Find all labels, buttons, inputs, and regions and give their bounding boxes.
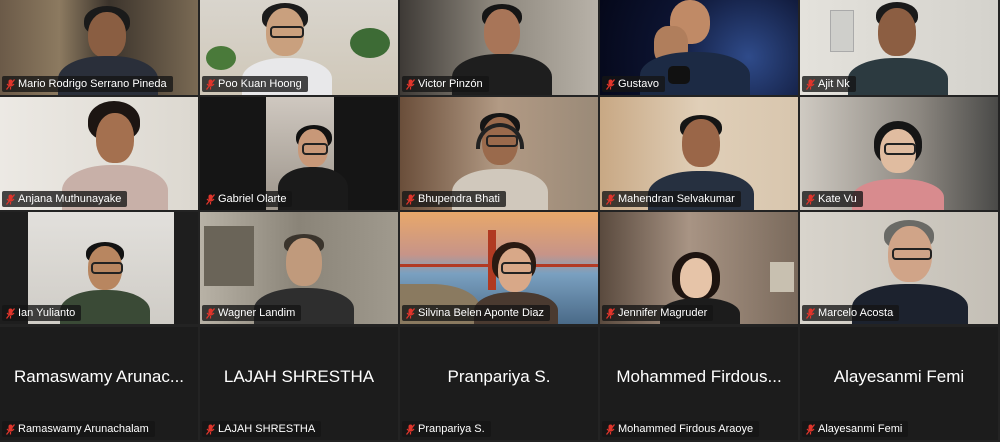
- participant-name: Alayesanmi Femi: [818, 423, 903, 435]
- mic-off-icon: [6, 307, 15, 319]
- participant-name: Mario Rodrigo Serrano Pineda: [18, 78, 167, 90]
- participant-name: Wagner Landim: [218, 307, 296, 319]
- mic-off-icon: [206, 78, 215, 90]
- participant-tile[interactable]: Marcelo Acosta: [800, 212, 998, 324]
- mic-off-icon: [606, 423, 615, 435]
- participant-name: Silvina Belen Aponte Diaz: [418, 307, 544, 319]
- participant-name-tag: Gabriel Olarte: [202, 191, 293, 207]
- participant-name: Pranpariya S.: [418, 423, 485, 435]
- participant-tile[interactable]: Mario Rodrigo Serrano Pineda: [0, 0, 198, 95]
- participant-tile[interactable]: Gustavo: [600, 0, 798, 95]
- mic-off-icon: [6, 193, 15, 205]
- participant-name-tag: Mohammed Firdous Araoye: [602, 421, 760, 437]
- participant-name-tag: Victor Pinzón: [402, 76, 489, 92]
- participant-name-tag: Silvina Belen Aponte Diaz: [402, 305, 550, 321]
- participant-name: Bhupendra Bhati: [418, 193, 500, 205]
- participant-name: Gabriel Olarte: [218, 193, 287, 205]
- participant-tile[interactable]: Wagner Landim: [200, 212, 398, 324]
- participant-tile[interactable]: Mohammed Firdous... Mohammed Firdous Ara…: [600, 327, 798, 440]
- participant-name: Ramaswamy Arunachalam: [18, 423, 149, 435]
- participant-name-tag: Mario Rodrigo Serrano Pineda: [2, 76, 173, 92]
- participant-name-tag: Jennifer Magruder: [602, 305, 714, 321]
- participant-name: Anjana Muthunayake: [18, 193, 122, 205]
- participant-display-name: Alayesanmi Femi: [833, 367, 965, 386]
- participant-name: Jennifer Magruder: [618, 307, 708, 319]
- mic-off-icon: [806, 423, 815, 435]
- participant-tile[interactable]: LAJAH SHRESTHA LAJAH SHRESTHA: [200, 327, 398, 440]
- participant-display-name: Pranpariya S.: [447, 367, 551, 386]
- participant-name-tag: Ramaswamy Arunachalam: [2, 421, 155, 437]
- participant-name: Gustavo: [618, 78, 659, 90]
- mic-off-icon: [406, 423, 415, 435]
- participant-tile[interactable]: Pranpariya S. Pranpariya S.: [400, 327, 598, 440]
- participant-tile[interactable]: Mahendran Selvakumar: [600, 97, 798, 210]
- participant-name-tag: LAJAH SHRESTHA: [202, 421, 322, 437]
- mic-off-icon: [606, 307, 615, 319]
- participant-name-tag: Bhupendra Bhati: [402, 191, 506, 207]
- participant-name-tag: Wagner Landim: [202, 305, 302, 321]
- participant-name: Ajit Nk: [818, 78, 850, 90]
- mic-off-icon: [806, 307, 815, 319]
- mic-off-icon: [806, 193, 815, 205]
- participant-name: Ian Yulianto: [18, 307, 76, 319]
- participant-name: Marcelo Acosta: [818, 307, 894, 319]
- participant-tile[interactable]: Ramaswamy Arunac... Ramaswamy Arunachala…: [0, 327, 198, 440]
- participant-display-name: Mohammed Firdous...: [616, 367, 782, 386]
- participant-name-tag: Poo Kuan Hoong: [202, 76, 308, 92]
- participant-name-tag: Mahendran Selvakumar: [602, 191, 741, 207]
- mic-off-icon: [406, 193, 415, 205]
- participant-tile[interactable]: Ian Yulianto: [0, 212, 198, 324]
- participant-tile[interactable]: Anjana Muthunayake: [0, 97, 198, 210]
- participant-name-tag: Ian Yulianto: [2, 305, 82, 321]
- participant-name-tag: Kate Vu: [802, 191, 863, 207]
- video-gallery: Mario Rodrigo Serrano Pineda Poo Kuan Ho…: [0, 0, 1000, 442]
- participant-name: Victor Pinzón: [418, 78, 483, 90]
- mic-off-icon: [806, 78, 815, 90]
- participant-name-tag: Alayesanmi Femi: [802, 421, 909, 437]
- mic-off-icon: [206, 307, 215, 319]
- participant-name: Poo Kuan Hoong: [218, 78, 302, 90]
- participant-tile[interactable]: Poo Kuan Hoong: [200, 0, 398, 95]
- participant-tile[interactable]: Gabriel Olarte: [200, 97, 398, 210]
- participant-name: Mohammed Firdous Araoye: [618, 423, 754, 435]
- participant-name-tag: Anjana Muthunayake: [2, 191, 128, 207]
- participant-name-tag: Gustavo: [602, 76, 665, 92]
- mic-off-icon: [6, 423, 15, 435]
- mic-off-icon: [606, 193, 615, 205]
- participant-name-tag: Marcelo Acosta: [802, 305, 900, 321]
- participant-display-name: Ramaswamy Arunac...: [13, 367, 185, 386]
- participant-display-name: LAJAH SHRESTHA: [223, 367, 375, 386]
- participant-tile[interactable]: Silvina Belen Aponte Diaz: [400, 212, 598, 324]
- participant-tile[interactable]: Jennifer Magruder: [600, 212, 798, 324]
- participant-name: Kate Vu: [818, 193, 857, 205]
- mic-off-icon: [406, 78, 415, 90]
- participant-tile[interactable]: Kate Vu: [800, 97, 998, 210]
- participant-name: Mahendran Selvakumar: [618, 193, 735, 205]
- participant-tile[interactable]: Victor Pinzón: [400, 0, 598, 95]
- mic-off-icon: [6, 78, 15, 90]
- participant-name-tag: Ajit Nk: [802, 76, 856, 92]
- participant-tile[interactable]: Ajit Nk: [800, 0, 998, 95]
- participant-tile[interactable]: Bhupendra Bhati: [400, 97, 598, 210]
- participant-name: LAJAH SHRESTHA: [218, 423, 316, 435]
- mic-off-icon: [206, 193, 215, 205]
- mic-off-icon: [206, 423, 215, 435]
- mic-off-icon: [406, 307, 415, 319]
- participant-tile[interactable]: Alayesanmi Femi Alayesanmi Femi: [800, 327, 998, 440]
- participant-name-tag: Pranpariya S.: [402, 421, 491, 437]
- mic-off-icon: [606, 78, 615, 90]
